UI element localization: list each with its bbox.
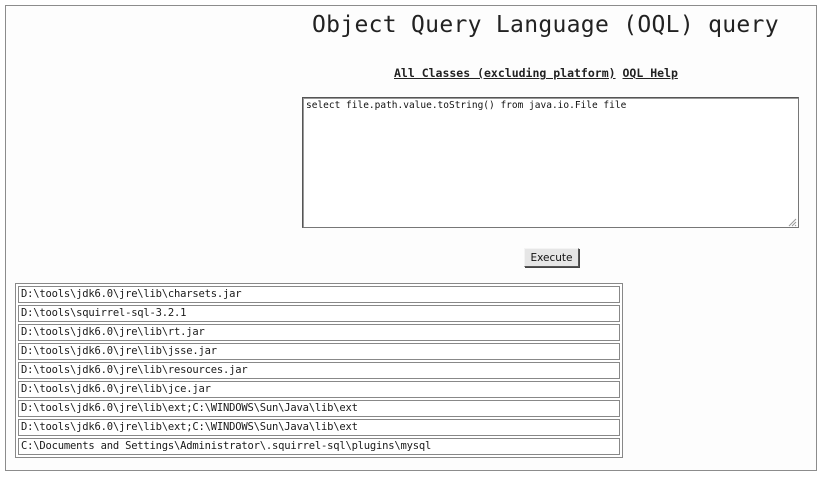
table-row: D:\tools\jdk6.0\jre\lib\jsse.jar [18, 343, 620, 360]
table-row: D:\tools\jdk6.0\jre\lib\ext;C:\WINDOWS\S… [18, 400, 620, 417]
result-cell: D:\tools\squirrel-sql-3.2.1 [18, 305, 620, 322]
table-row: D:\tools\jdk6.0\jre\lib\resources.jar [18, 362, 620, 379]
result-cell: C:\Documents and Settings\Administrator\… [18, 438, 620, 455]
all-classes-link[interactable]: All Classes (excluding platform) [394, 66, 616, 80]
result-cell: D:\tools\jdk6.0\jre\lib\rt.jar [18, 324, 620, 341]
table-row: C:\Documents and Settings\Administrator\… [18, 438, 620, 455]
result-cell: D:\tools\jdk6.0\jre\lib\jce.jar [18, 381, 620, 398]
table-row: D:\tools\jdk6.0\jre\lib\charsets.jar [18, 286, 620, 303]
page-title: Object Query Language (OQL) query [312, 12, 779, 38]
results-table: D:\tools\jdk6.0\jre\lib\charsets.jar D:\… [15, 283, 623, 458]
table-row: D:\tools\jdk6.0\jre\lib\jce.jar [18, 381, 620, 398]
execute-button[interactable]: Execute [524, 248, 579, 267]
result-cell: D:\tools\jdk6.0\jre\lib\resources.jar [18, 362, 620, 379]
oql-query-input[interactable] [302, 97, 799, 228]
result-cell: D:\tools\jdk6.0\jre\lib\charsets.jar [18, 286, 620, 303]
nav-links: All Classes (excluding platform) OQL Hel… [394, 66, 678, 80]
oql-help-link[interactable]: OQL Help [623, 66, 678, 80]
table-row: D:\tools\squirrel-sql-3.2.1 [18, 305, 620, 322]
table-row: D:\tools\jdk6.0\jre\lib\rt.jar [18, 324, 620, 341]
result-cell: D:\tools\jdk6.0\jre\lib\jsse.jar [18, 343, 620, 360]
result-cell: D:\tools\jdk6.0\jre\lib\ext;C:\WINDOWS\S… [18, 400, 620, 417]
result-cell: D:\tools\jdk6.0\jre\lib\ext;C:\WINDOWS\S… [18, 419, 620, 436]
table-row: D:\tools\jdk6.0\jre\lib\ext;C:\WINDOWS\S… [18, 419, 620, 436]
